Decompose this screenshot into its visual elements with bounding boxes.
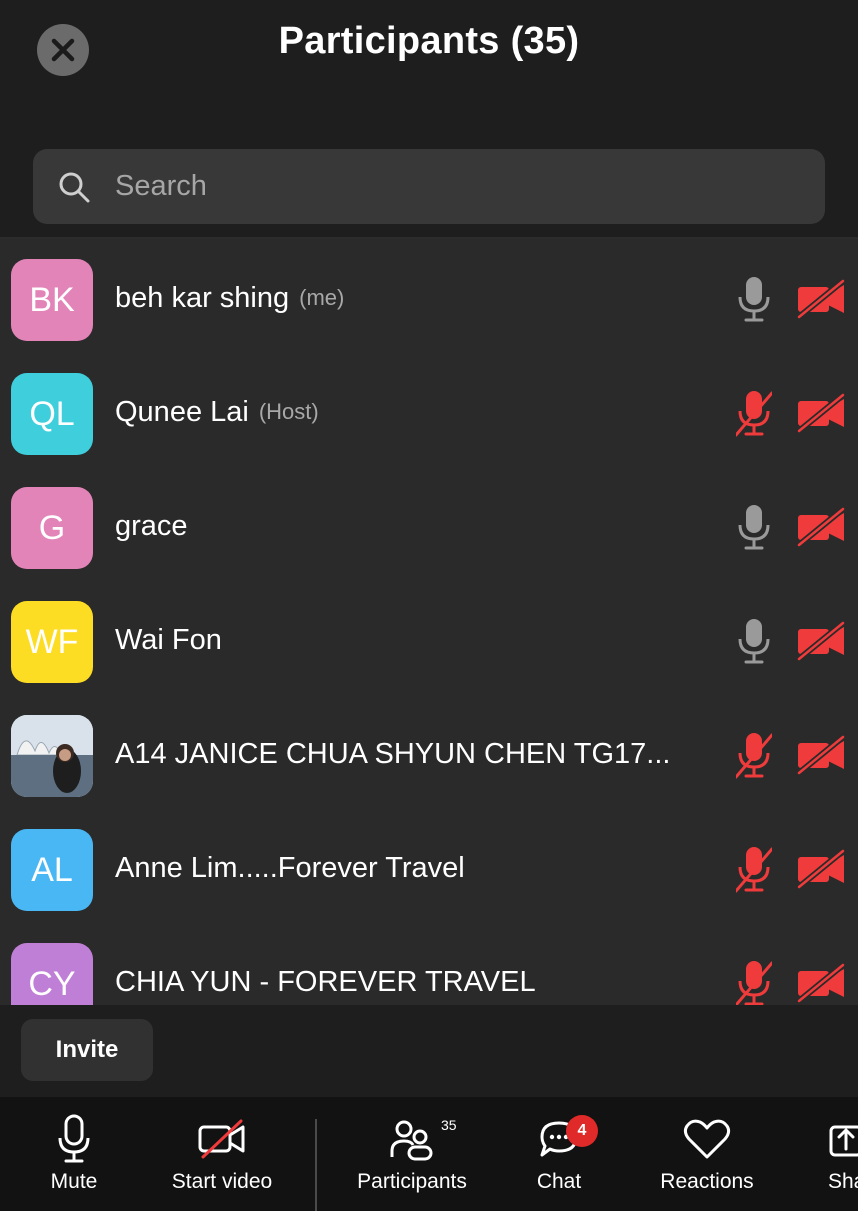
toolbar-divider bbox=[315, 1119, 317, 1211]
participant-role-tag: (Host) bbox=[258, 399, 319, 424]
participant-name: Wai Fon bbox=[115, 623, 222, 656]
invite-button[interactable]: Invite bbox=[21, 1019, 153, 1081]
participant-name: Anne Lim.....Forever Travel bbox=[115, 851, 465, 884]
microphone-icon bbox=[736, 617, 772, 665]
avatar: G bbox=[11, 487, 93, 569]
avatar-initials: G bbox=[38, 508, 66, 547]
participants-label: Participants bbox=[357, 1170, 467, 1193]
header: Participants (35) bbox=[0, 0, 858, 239]
share-label: Share bbox=[828, 1170, 858, 1193]
participant-row[interactable]: Ggrace bbox=[0, 469, 858, 583]
avatar-initials: QL bbox=[29, 394, 75, 433]
avatar-initials: WF bbox=[25, 622, 79, 661]
participants-button[interactable]: 35 Participants bbox=[352, 1097, 472, 1211]
mute-button[interactable]: Mute bbox=[24, 1097, 124, 1211]
avatar: QL bbox=[11, 373, 93, 455]
participant-row[interactable]: WF Wai Fon bbox=[0, 583, 858, 697]
start-video-button[interactable]: Start video bbox=[162, 1097, 282, 1211]
participant-name-group: beh kar shing (me) bbox=[115, 241, 344, 355]
video-off-icon bbox=[796, 848, 846, 890]
share-button[interactable]: Share bbox=[828, 1097, 858, 1211]
invite-bar: Invite bbox=[0, 1005, 858, 1097]
participants-count: 35 bbox=[441, 1117, 457, 1133]
participant-name-group: Qunee Lai (Host) bbox=[115, 355, 319, 469]
video-off-icon bbox=[796, 734, 846, 776]
mute-label: Mute bbox=[50, 1170, 98, 1193]
mic-muted-icon bbox=[734, 845, 774, 893]
participant-name-group: A14 JANICE CHUA SHYUN CHEN TG17... bbox=[115, 697, 670, 811]
video-off-icon bbox=[796, 506, 846, 548]
heart-icon bbox=[683, 1119, 731, 1159]
mic-muted-icon bbox=[734, 959, 774, 1005]
participants-icon bbox=[390, 1120, 433, 1161]
microphone-icon bbox=[58, 1114, 90, 1163]
participant-list[interactable]: BK beh kar shing (me) QL Qunee Lai (Host) Ggra… bbox=[0, 239, 858, 1005]
participant-name: grace bbox=[115, 509, 188, 542]
bottom-toolbar: Mute Start video 35 Participants 4 Chat … bbox=[0, 1097, 858, 1211]
video-off-icon bbox=[796, 392, 846, 434]
mic-muted-icon bbox=[734, 389, 774, 437]
participant-name-group: CHIA YUN - FOREVER TRAVEL bbox=[115, 925, 536, 1005]
participant-row[interactable]: AL Anne Lim.....Forever Travel bbox=[0, 811, 858, 925]
avatar: BK bbox=[11, 259, 93, 341]
participant-name: CHIA YUN - FOREVER TRAVEL bbox=[115, 965, 536, 998]
avatar-initials: CY bbox=[28, 964, 76, 1003]
participant-name: beh kar shing bbox=[115, 281, 290, 314]
participant-name: A14 JANICE CHUA SHYUN CHEN TG17... bbox=[115, 737, 671, 770]
microphone-icon bbox=[736, 503, 772, 551]
participant-name-group: Wai Fon bbox=[115, 583, 222, 697]
participant-role-tag: (me) bbox=[299, 285, 345, 310]
reactions-label: Reactions bbox=[660, 1170, 754, 1193]
avatar: WF bbox=[11, 601, 93, 683]
video-off-icon bbox=[796, 962, 846, 1004]
video-off-icon bbox=[796, 620, 846, 662]
mic-muted-icon bbox=[734, 731, 774, 779]
reactions-button[interactable]: Reactions bbox=[652, 1097, 762, 1211]
avatar: AL bbox=[11, 829, 93, 911]
avatar-initials: BK bbox=[29, 280, 75, 319]
participant-name: Qunee Lai bbox=[115, 395, 249, 428]
participant-name-group: grace bbox=[115, 469, 188, 583]
participant-row[interactable]: BK beh kar shing (me) bbox=[0, 241, 858, 355]
participant-row[interactable]: CY CHIA YUN - FOREVER TRAVEL bbox=[0, 925, 858, 1005]
avatar: CY bbox=[11, 943, 93, 1005]
chat-button[interactable]: 4 Chat bbox=[519, 1097, 599, 1211]
participant-row[interactable]: QL Qunee Lai (Host) bbox=[0, 355, 858, 469]
search-bar[interactable] bbox=[33, 149, 825, 224]
chat-label: Chat bbox=[536, 1170, 582, 1193]
start-video-label: Start video bbox=[171, 1170, 273, 1193]
participant-row[interactable]: A14 JANICE CHUA SHYUN CHEN TG17... bbox=[0, 697, 858, 811]
share-icon bbox=[829, 1125, 858, 1157]
avatar bbox=[11, 715, 93, 797]
video-off-icon bbox=[198, 1119, 245, 1159]
video-off-icon bbox=[796, 278, 846, 320]
search-input[interactable] bbox=[113, 169, 767, 204]
avatar-initials: AL bbox=[31, 850, 73, 889]
search-icon bbox=[59, 172, 90, 202]
page-title: Participants (35) bbox=[278, 20, 580, 62]
participant-name-group: Anne Lim.....Forever Travel bbox=[115, 811, 465, 925]
microphone-icon bbox=[736, 275, 772, 323]
chat-badge: 4 bbox=[566, 1115, 598, 1147]
